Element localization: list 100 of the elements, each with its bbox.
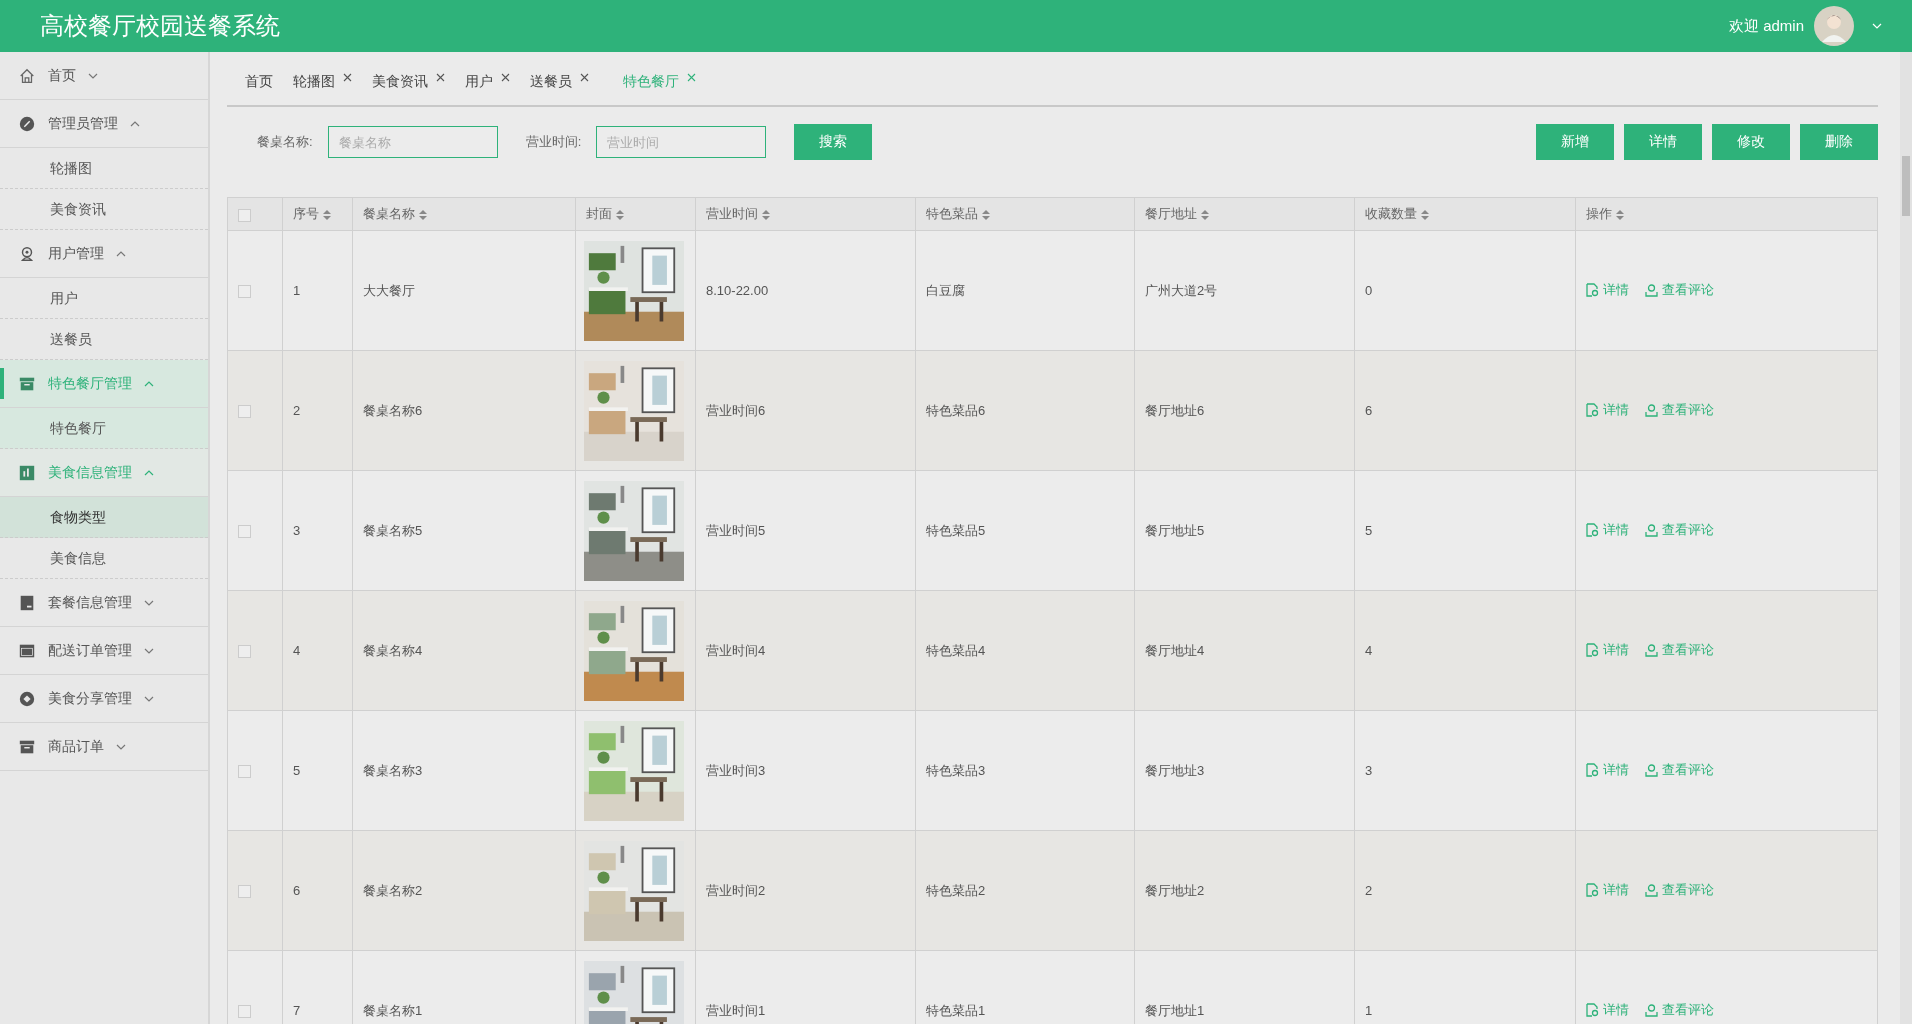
- table-cell: 餐厅地址6: [1145, 402, 1205, 418]
- details-link[interactable]: 详情: [1586, 641, 1629, 659]
- table-cell: 餐厅地址1: [1145, 1002, 1205, 1018]
- menu-group[interactable]: 美食分享管理: [0, 675, 208, 723]
- menu-group[interactable]: 特色餐厅管理: [0, 360, 208, 408]
- table-cell: 营业时间3: [706, 762, 766, 778]
- details-link[interactable]: 详情: [1586, 401, 1629, 419]
- sort-icon[interactable]: [982, 209, 990, 220]
- table-cell: 营业时间6: [706, 402, 766, 418]
- action-button[interactable]: 删除: [1800, 124, 1878, 160]
- menu-item[interactable]: 轮播图: [0, 148, 208, 189]
- caret-up-icon: [130, 120, 140, 127]
- user-badge-icon: [1645, 403, 1658, 417]
- details-link[interactable]: 详情: [1586, 1001, 1629, 1019]
- checkbox[interactable]: [238, 765, 251, 779]
- menu-group[interactable]: 用户管理: [0, 230, 208, 278]
- sort-icon[interactable]: [419, 209, 427, 220]
- checkbox[interactable]: [238, 885, 251, 899]
- sort-icon[interactable]: [1616, 209, 1624, 220]
- sort-icon[interactable]: [1421, 209, 1429, 220]
- caret-down-icon: [144, 695, 154, 702]
- menu-item[interactable]: 美食资讯: [0, 189, 208, 230]
- table-cell: 6: [293, 883, 301, 898]
- checkbox[interactable]: [238, 525, 251, 539]
- details-link[interactable]: 详情: [1586, 521, 1629, 539]
- card-icon: [18, 593, 36, 612]
- table-cell: 餐桌名称3: [363, 762, 423, 778]
- checkbox[interactable]: [238, 645, 251, 659]
- column-header: 餐桌名称: [363, 206, 415, 221]
- user-icon: [18, 244, 36, 263]
- details-link[interactable]: 详情: [1586, 761, 1629, 779]
- search-field[interactable]: 餐桌名称: [327, 126, 498, 158]
- close-icon[interactable]: [501, 72, 510, 82]
- dropdown-caret-icon: [1872, 23, 1882, 29]
- user-badge-icon: [1645, 763, 1658, 777]
- checkbox[interactable]: [238, 208, 251, 222]
- tab[interactable]: 送餐员: [530, 66, 589, 91]
- menu-item[interactable]: 特色餐厅: [0, 408, 208, 449]
- column-header: 特色菜品: [926, 206, 978, 221]
- column-header: 封面: [586, 206, 612, 221]
- scrollbar[interactable]: [1900, 52, 1912, 1024]
- sort-icon[interactable]: [1201, 209, 1209, 220]
- search-field[interactable]: 营业时间: [596, 126, 767, 158]
- sort-icon[interactable]: [323, 209, 331, 220]
- tab[interactable]: 用户: [465, 66, 510, 91]
- comments-link[interactable]: 查看评论: [1645, 401, 1714, 419]
- menu-item[interactable]: 美食信息: [0, 538, 208, 579]
- menu-group[interactable]: 首页: [0, 52, 208, 100]
- table-cell: 广州大道2号: [1145, 282, 1218, 298]
- table-cell: 5: [1365, 523, 1373, 538]
- table-cell: 1: [293, 283, 301, 298]
- menu-group[interactable]: 套餐信息管理: [0, 579, 208, 627]
- table-cell: 5: [293, 763, 301, 778]
- close-icon[interactable]: [343, 72, 352, 82]
- checkbox[interactable]: [238, 285, 251, 299]
- sort-icon[interactable]: [762, 209, 770, 220]
- table-cell: 7: [293, 1003, 301, 1018]
- menu-group[interactable]: 配送订单管理: [0, 627, 208, 675]
- compass-icon: [18, 114, 36, 133]
- field-label: 餐桌名称:: [257, 133, 313, 151]
- caret-up-icon: [144, 469, 154, 476]
- close-icon[interactable]: [436, 72, 445, 82]
- checkbox[interactable]: [238, 405, 251, 419]
- caret-up-icon: [144, 380, 154, 387]
- table-cell: 8.10-22.00: [706, 283, 769, 298]
- action-button[interactable]: 修改: [1712, 124, 1790, 160]
- document-icon: [1586, 763, 1599, 777]
- chart-icon: [18, 463, 36, 482]
- table-cell: 营业时间1: [706, 1002, 766, 1018]
- tab[interactable]: 美食资讯: [372, 66, 445, 91]
- comments-link[interactable]: 查看评论: [1645, 881, 1714, 899]
- table-cell: 餐桌名称4: [363, 642, 423, 658]
- field-label: 营业时间:: [525, 133, 582, 151]
- checkbox[interactable]: [238, 1005, 251, 1019]
- menu-item[interactable]: 用户: [0, 278, 208, 319]
- comments-link[interactable]: 查看评论: [1645, 281, 1714, 299]
- comments-link[interactable]: 查看评论: [1645, 521, 1714, 539]
- table-cell: 6: [1365, 403, 1373, 418]
- tab[interactable]: 首页: [245, 66, 273, 91]
- comments-link[interactable]: 查看评论: [1645, 761, 1714, 779]
- search-button[interactable]: 搜索: [794, 124, 873, 160]
- action-button[interactable]: 详情: [1624, 124, 1702, 160]
- caret-down-icon: [144, 599, 154, 606]
- menu-group[interactable]: 美食信息管理: [0, 449, 208, 497]
- details-link[interactable]: 详情: [1586, 881, 1629, 899]
- tab[interactable]: 轮播图: [293, 66, 352, 91]
- menu-group[interactable]: 管理员管理: [0, 100, 208, 148]
- table-cell: 2: [1365, 883, 1373, 898]
- details-link[interactable]: 详情: [1586, 281, 1629, 299]
- comments-link[interactable]: 查看评论: [1645, 1001, 1714, 1019]
- close-icon[interactable]: [580, 72, 589, 82]
- tab[interactable]: 特色餐厅: [623, 66, 696, 91]
- avatar-icon[interactable]: [1814, 6, 1854, 46]
- comments-link[interactable]: 查看评论: [1645, 641, 1714, 659]
- table-cell: 餐厅地址2: [1145, 882, 1205, 898]
- sort-icon[interactable]: [616, 209, 624, 220]
- menu-item[interactable]: 食物类型: [0, 497, 208, 538]
- table-cell: 4: [1365, 643, 1373, 658]
- menu-group[interactable]: 商品订单: [0, 723, 208, 771]
- action-button[interactable]: 新增: [1536, 124, 1614, 160]
